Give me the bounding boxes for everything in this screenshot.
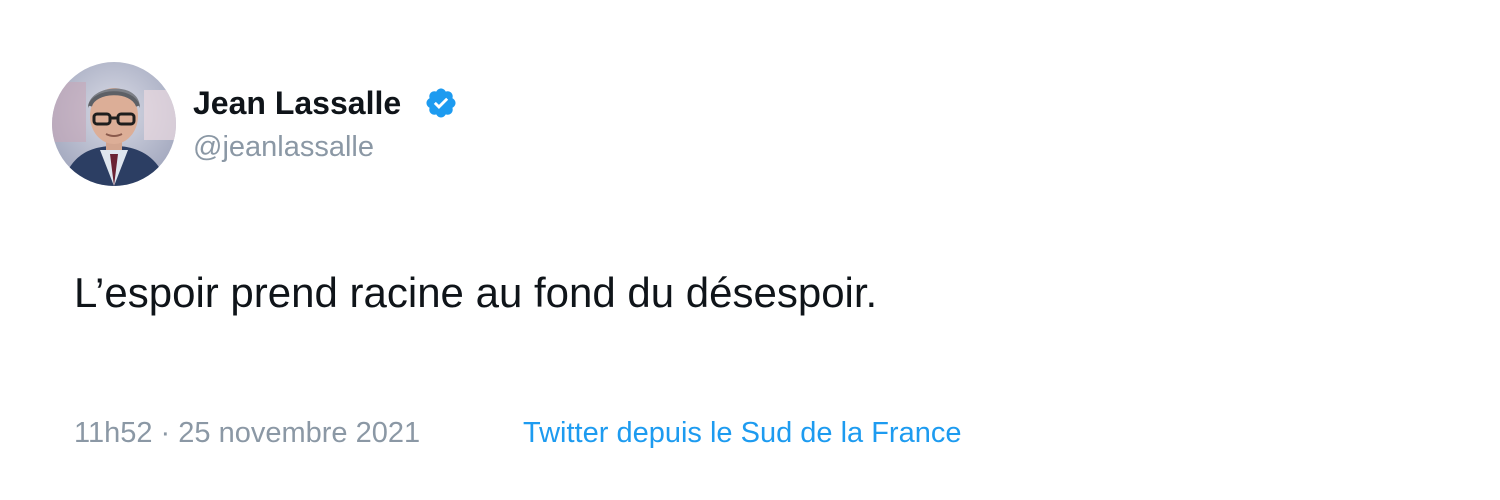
tweet-source-link[interactable]: Twitter depuis le Sud de la France [523, 415, 961, 451]
verified-badge-icon [426, 88, 456, 118]
author-name[interactable]: Jean Lassalle [193, 84, 401, 122]
tweet-text: L’espoir prend racine au fond du désespo… [74, 269, 878, 316]
avatar[interactable] [52, 62, 176, 186]
author-handle[interactable]: @jeanlassalle [193, 129, 374, 165]
avatar-photo-icon [52, 62, 176, 186]
tweet-card: Jean Lassalle @jeanlassalle L’espoir pre… [0, 0, 1500, 500]
tweet-timestamp[interactable]: 11h52 · 25 novembre 2021 [74, 415, 420, 451]
